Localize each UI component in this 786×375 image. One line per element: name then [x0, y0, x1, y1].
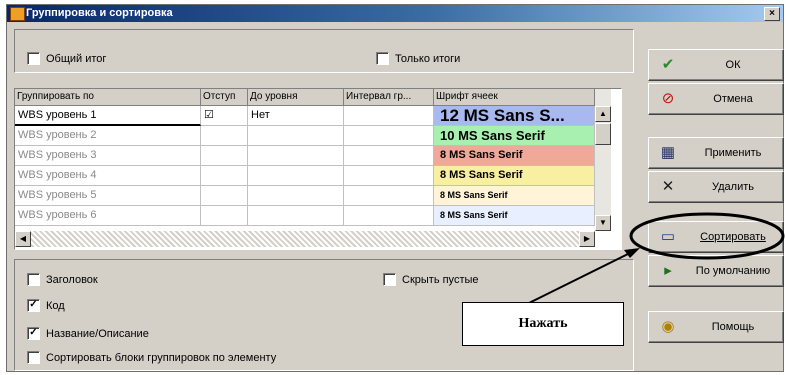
grid-vertical-scrollbar[interactable]: ▲ ▼ — [595, 89, 611, 231]
apply-button[interactable]: ▦ Применить — [648, 137, 784, 169]
totals-only-check-row[interactable]: Только итоги — [376, 52, 460, 65]
cell-interval[interactable] — [344, 206, 434, 226]
cell-group[interactable]: WBS уровень 5 — [15, 186, 201, 206]
cell-interval[interactable] — [344, 166, 434, 186]
hide-empty-checkbox[interactable] — [383, 273, 396, 286]
scroll-up-button[interactable]: ▲ — [595, 106, 611, 122]
header-checkbox[interactable] — [27, 273, 40, 286]
column-header-indent[interactable]: Отступ — [201, 89, 248, 106]
apply-button-label: Применить — [704, 147, 762, 159]
app-icon — [10, 7, 25, 21]
header-label: Заголовок — [46, 273, 98, 286]
cancel-button[interactable]: ⊘ Отмена — [648, 83, 784, 115]
delete-button-label: Удалить — [712, 181, 754, 193]
cell-indent[interactable] — [201, 166, 248, 186]
general-total-label: Общий итог — [46, 52, 107, 65]
code-checkbox[interactable]: ✓ — [27, 299, 40, 312]
hide-empty-check-row[interactable]: Скрыть пустые — [383, 273, 479, 286]
cell-level[interactable] — [248, 206, 344, 226]
scroll-thumb[interactable] — [595, 123, 611, 145]
cancel-icon: ⊘ — [661, 90, 675, 107]
delete-icon: ✕ — [661, 178, 675, 195]
cell-indent[interactable] — [201, 146, 248, 166]
cell-group[interactable]: WBS уровень 6 — [15, 206, 201, 226]
cell-level[interactable]: Нет — [248, 106, 344, 126]
total-check-row[interactable]: Общий итог — [27, 52, 106, 65]
sort-button-label: Сортировать — [700, 231, 766, 243]
cell-level[interactable] — [248, 186, 344, 206]
grouping-grid: Группировать по Отступ До уровня Интерва… — [14, 88, 622, 250]
sort-icon: ▭ — [660, 228, 676, 245]
cell-indent[interactable] — [201, 206, 248, 226]
default-icon: ▸ — [664, 262, 672, 279]
grid-horizontal-scrollbar[interactable]: ◀ ▶ — [15, 231, 595, 247]
cell-group[interactable]: WBS уровень 2 — [15, 126, 201, 146]
name-description-checkbox[interactable]: ✓ — [27, 327, 40, 340]
help-button[interactable]: ◉ Помощь — [648, 311, 784, 343]
cancel-button-label: Отмена — [713, 93, 753, 105]
cell-group[interactable]: WBS уровень 3 — [15, 146, 201, 166]
ok-button[interactable]: ✔ ОК — [648, 49, 784, 81]
column-header-font[interactable]: Шрифт ячеек — [434, 89, 595, 106]
cell-font[interactable]: 12 MS Sans S... — [434, 106, 595, 126]
sort-button[interactable]: ▭ Сортировать — [648, 221, 784, 253]
checkmark-icon: ✔ — [661, 56, 675, 73]
totals-only-checkbox[interactable] — [376, 52, 389, 65]
cell-font[interactable]: 8 MS Sans Serif — [434, 186, 595, 206]
cell-indent[interactable] — [201, 126, 248, 146]
scroll-right-button[interactable]: ▶ — [579, 231, 595, 247]
code-check-row[interactable]: ✓ Код — [27, 299, 65, 312]
cell-interval[interactable] — [344, 146, 434, 166]
click-here-callout: Нажать — [462, 302, 624, 346]
name-description-label: Название/Описание — [46, 327, 149, 340]
ok-button-label: ОК — [725, 59, 741, 71]
cell-level[interactable] — [248, 126, 344, 146]
help-icon: ◉ — [661, 318, 675, 335]
cell-interval[interactable] — [344, 126, 434, 146]
cell-font[interactable]: 8 MS Sans Serif — [434, 206, 595, 226]
default-button-label: По умолчанию — [695, 265, 771, 277]
cell-indent[interactable] — [201, 186, 248, 206]
cell-interval[interactable] — [344, 186, 434, 206]
cell-indent[interactable]: ☑ — [201, 106, 248, 126]
cell-font[interactable]: 8 MS Sans Serif — [434, 166, 595, 186]
scroll-left-button[interactable]: ◀ — [15, 231, 31, 247]
apply-icon: ▦ — [660, 144, 676, 161]
hide-empty-label: Скрыть пустые — [402, 273, 479, 286]
name-description-check-row[interactable]: ✓ Название/Описание — [27, 327, 149, 340]
cell-level[interactable] — [248, 146, 344, 166]
cell-group[interactable]: WBS уровень 4 — [15, 166, 201, 186]
close-button[interactable]: × — [764, 7, 780, 21]
column-header-interval[interactable]: Интервал гр... — [344, 89, 434, 106]
cell-font[interactable]: 8 MS Sans Serif — [434, 146, 595, 166]
delete-button[interactable]: ✕ Удалить — [648, 171, 784, 203]
column-header-to-level[interactable]: До уровня — [248, 89, 344, 106]
window-title: Группировка и сортировка — [26, 7, 173, 19]
cell-font[interactable]: 10 MS Sans Serif — [434, 126, 595, 146]
help-button-label: Помощь — [711, 321, 755, 333]
sort-blocks-checkbox[interactable] — [27, 351, 40, 364]
group-sort-dialog: Группировка и сортировка × Общий итог То… — [6, 4, 784, 372]
code-label: Код — [46, 299, 65, 312]
default-button[interactable]: ▸ По умолчанию — [648, 255, 784, 287]
cell-interval[interactable] — [344, 106, 434, 126]
sort-blocks-check-row[interactable]: Сортировать блоки группировок по элемент… — [27, 351, 276, 364]
cell-level[interactable] — [248, 166, 344, 186]
totals-only-label: Только итоги — [395, 52, 461, 65]
top-options-panel — [14, 29, 634, 73]
header-check-row[interactable]: Заголовок — [27, 273, 98, 286]
sort-blocks-label: Сортировать блоки группировок по элемент… — [46, 351, 277, 364]
column-header-group[interactable]: Группировать по — [15, 89, 201, 106]
general-total-checkbox[interactable] — [27, 52, 40, 65]
cell-group[interactable]: WBS уровень 1 — [15, 106, 201, 126]
scroll-down-button[interactable]: ▼ — [595, 215, 611, 231]
title-bar[interactable]: Группировка и сортировка × — [7, 5, 783, 22]
